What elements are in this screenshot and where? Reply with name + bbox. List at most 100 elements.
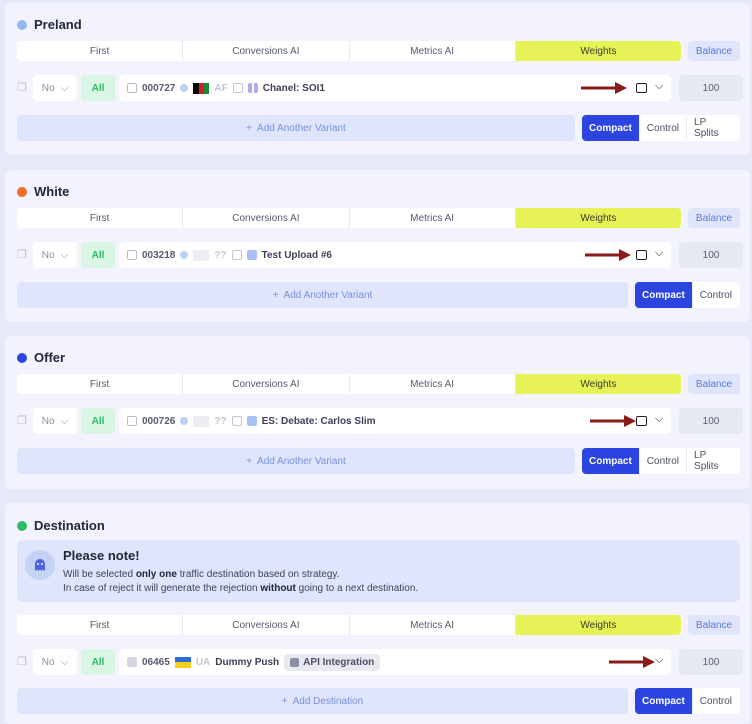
control-button[interactable]: Control xyxy=(640,115,688,141)
no-select[interactable]: No ⌵ xyxy=(33,242,77,268)
api-integration-badge: API Integration xyxy=(284,653,381,671)
view-modes: Compact Control xyxy=(635,688,740,714)
control-button[interactable]: Control xyxy=(640,448,688,474)
eye-icon xyxy=(180,251,189,259)
weight-input[interactable]: 100 xyxy=(679,649,743,675)
preland-variant-row: ❐ No ⌵ All 000727 AF Chanel: SOI1 ⌵ 100 xyxy=(17,75,743,101)
offer-variant-row: ❐ No ⌵ All 000726 ?? ES: Debate: Carlos S… xyxy=(17,408,743,434)
tab-conversions-ai[interactable]: Conversions AI xyxy=(183,374,350,394)
copy-icon[interactable]: ❐ xyxy=(17,249,29,261)
all-button[interactable]: All xyxy=(81,649,115,675)
offer-section: Offer First Conversions AI Metrics AI We… xyxy=(5,336,750,489)
flag-placeholder-icon xyxy=(193,415,210,427)
tab-conversions-ai[interactable]: Conversions AI xyxy=(183,208,350,228)
afghanistan-flag-icon xyxy=(193,82,210,94)
plus-icon: + xyxy=(281,695,288,707)
chevron-down-icon: ⌵ xyxy=(60,82,69,94)
tab-first[interactable]: First xyxy=(17,374,184,394)
copy-icon[interactable]: ❐ xyxy=(17,415,29,427)
lp-splits-button[interactable]: LP Splits xyxy=(687,115,740,141)
document-icon xyxy=(127,416,137,426)
white-section: White First Conversions AI Metrics AI We… xyxy=(5,170,750,322)
view-modes: Compact Control LP Splits xyxy=(582,115,740,141)
lp-splits-button[interactable]: LP Splits xyxy=(687,448,740,474)
tab-weights[interactable]: Weights xyxy=(515,374,681,394)
tab-metrics-ai[interactable]: Metrics AI xyxy=(350,374,516,394)
tab-first[interactable]: First xyxy=(17,615,184,635)
plus-icon: + xyxy=(246,455,253,467)
tab-weights[interactable]: Weights xyxy=(515,615,681,635)
all-button[interactable]: All xyxy=(81,408,115,434)
offer-title: Offer xyxy=(17,350,65,365)
eye-icon xyxy=(180,84,189,92)
red-arrow-annotation xyxy=(581,82,627,94)
compact-button[interactable]: Compact xyxy=(582,448,640,474)
tab-first[interactable]: First xyxy=(17,41,184,61)
balance-button[interactable]: Balance xyxy=(688,41,740,61)
red-arrow-annotation xyxy=(590,415,636,427)
variant-selector[interactable]: 000726 ?? ES: Debate: Carlos Slim xyxy=(119,408,671,434)
chevron-down-icon: ⌵ xyxy=(60,656,69,668)
upload-icon xyxy=(246,250,257,260)
destination-geo: UA xyxy=(195,656,211,668)
copy-icon[interactable]: ❐ xyxy=(17,656,29,668)
no-select[interactable]: No ⌵ xyxy=(33,408,77,434)
note-line-1: Will be selected only one traffic destin… xyxy=(63,569,340,580)
push-icon xyxy=(127,657,137,667)
image-icon[interactable] xyxy=(636,416,647,426)
destination-id: 06465 xyxy=(142,656,170,668)
copy-icon xyxy=(232,83,243,93)
eye-icon xyxy=(180,417,189,425)
destination-dot xyxy=(17,520,27,531)
destination-tabs: First Conversions AI Metrics AI Weights xyxy=(17,615,681,635)
balance-button[interactable]: Balance xyxy=(688,208,740,228)
tab-weights[interactable]: Weights xyxy=(515,41,681,61)
destination-section: Destination Please note! Will be selecte… xyxy=(5,503,750,724)
add-variant-button[interactable]: + Add Another Variant xyxy=(17,282,628,308)
variant-id: 000727 xyxy=(142,82,176,94)
tab-weights[interactable]: Weights xyxy=(515,208,681,228)
all-button[interactable]: All xyxy=(81,242,115,268)
tab-first[interactable]: First xyxy=(17,208,184,228)
balance-button[interactable]: Balance xyxy=(688,374,740,394)
add-variant-button[interactable]: + Add Another Variant xyxy=(17,448,575,474)
compact-button[interactable]: Compact xyxy=(635,688,693,714)
copy-icon[interactable]: ❐ xyxy=(17,82,29,94)
destination-selector[interactable]: 06465 UA Dummy Push API Integration xyxy=(119,649,671,675)
tab-conversions-ai[interactable]: Conversions AI xyxy=(183,615,350,635)
control-button[interactable]: Control xyxy=(693,282,739,308)
upload-icon xyxy=(246,416,257,426)
image-icon[interactable] xyxy=(636,83,647,93)
copy-icon xyxy=(231,416,242,426)
variant-geo: ?? xyxy=(214,415,227,427)
no-select[interactable]: No ⌵ xyxy=(33,649,77,675)
chevron-down-icon[interactable]: ⌵ xyxy=(655,413,663,426)
weight-input[interactable]: 100 xyxy=(679,242,743,268)
balance-button[interactable]: Balance xyxy=(688,615,740,635)
weight-input[interactable]: 100 xyxy=(679,75,743,101)
api-icon xyxy=(290,657,300,667)
variant-id: 003218 xyxy=(142,249,176,261)
add-variant-button[interactable]: + Add Another Variant xyxy=(17,115,575,141)
tab-metrics-ai[interactable]: Metrics AI xyxy=(350,615,516,635)
no-select[interactable]: No ⌵ xyxy=(33,75,77,101)
chevron-down-icon[interactable]: ⌵ xyxy=(655,80,663,93)
destination-row: ❐ No ⌵ All 06465 UA Dummy Push API Integr… xyxy=(17,649,743,675)
tab-metrics-ai[interactable]: Metrics AI xyxy=(350,41,516,61)
compact-button[interactable]: Compact xyxy=(635,282,693,308)
chevron-down-icon[interactable]: ⌵ xyxy=(655,654,663,667)
white-title: White xyxy=(17,184,69,199)
chevron-down-icon[interactable]: ⌵ xyxy=(655,247,663,260)
weight-input[interactable]: 100 xyxy=(679,408,743,434)
document-icon xyxy=(127,250,137,260)
add-destination-button[interactable]: + Add Destination xyxy=(17,688,628,714)
offer-tabs: First Conversions AI Metrics AI Weights xyxy=(17,374,681,394)
tab-metrics-ai[interactable]: Metrics AI xyxy=(350,208,516,228)
all-button[interactable]: All xyxy=(81,75,115,101)
image-icon[interactable] xyxy=(636,250,647,260)
chevron-down-icon: ⌵ xyxy=(60,249,69,261)
red-arrow-annotation xyxy=(609,656,655,668)
tab-conversions-ai[interactable]: Conversions AI xyxy=(183,41,350,61)
control-button[interactable]: Control xyxy=(693,688,739,714)
compact-button[interactable]: Compact xyxy=(582,115,640,141)
